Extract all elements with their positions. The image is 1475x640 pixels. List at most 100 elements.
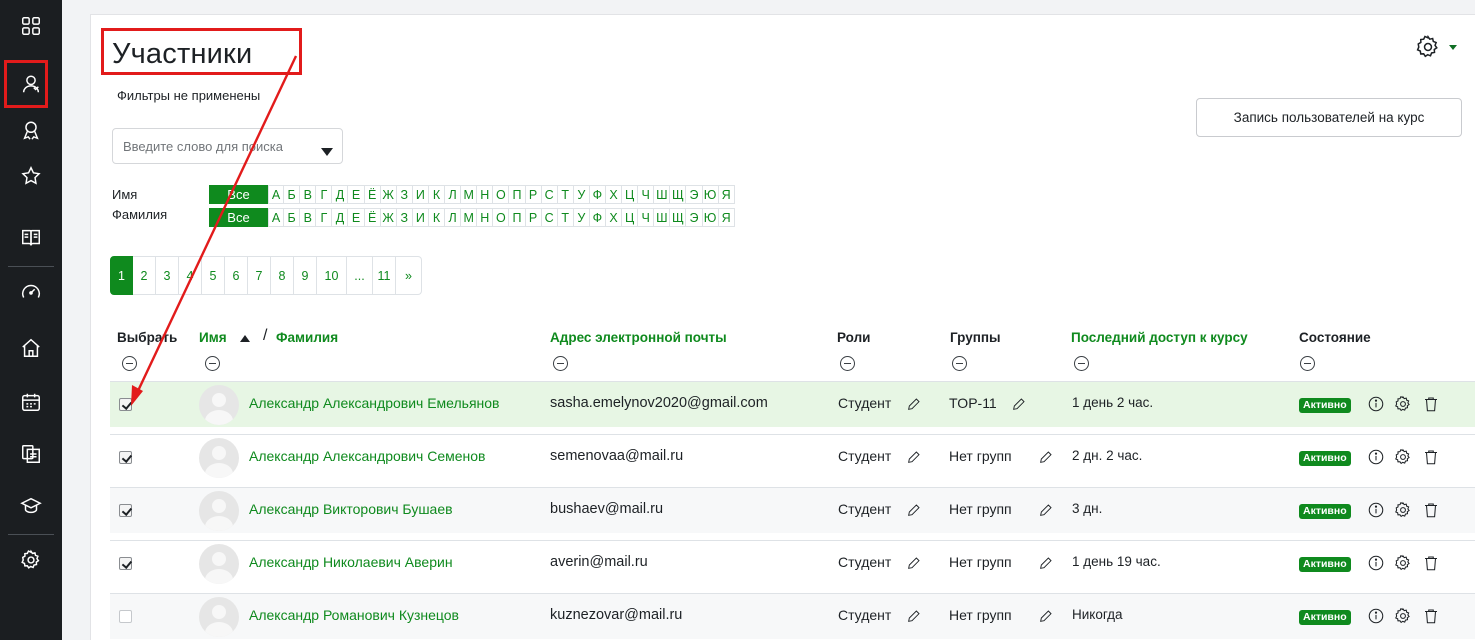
last-name-filter-letter[interactable]: Ч <box>638 208 655 227</box>
last-name-filter-letter[interactable]: Д <box>332 208 349 227</box>
pagination-page[interactable]: 3 <box>156 256 179 295</box>
pagination-page[interactable]: 4 <box>179 256 202 295</box>
pagination-page[interactable]: 6 <box>225 256 248 295</box>
last-name-filter-letter[interactable]: Т <box>557 208 574 227</box>
first-name-filter-letter[interactable]: К <box>428 185 446 204</box>
first-name-filter-letter[interactable]: Ц <box>622 185 639 204</box>
last-name-filter-letter[interactable]: И <box>412 208 429 227</box>
select-checkbox[interactable] <box>119 557 132 570</box>
select-checkbox[interactable] <box>119 504 132 517</box>
last-name-filter-letter[interactable]: Р <box>525 208 542 227</box>
edit-role-pencil-icon[interactable] <box>906 396 922 412</box>
pagination-page[interactable]: 10 <box>317 256 347 295</box>
info-icon[interactable] <box>1367 501 1385 519</box>
last-name-filter-all[interactable]: Все <box>209 208 268 227</box>
user-name-link[interactable]: Александр Александрович Семенов <box>249 448 485 464</box>
last-name-filter-letter[interactable]: Б <box>284 208 301 227</box>
edit-role-pencil-icon[interactable] <box>906 608 922 624</box>
edit-group-pencil-icon[interactable] <box>1038 608 1054 624</box>
edit-role-pencil-icon[interactable] <box>906 555 922 571</box>
sort-email-link[interactable]: Адрес электронной почты <box>550 330 727 345</box>
last-name-filter-letter[interactable]: О <box>493 208 510 227</box>
last-name-filter-letter[interactable]: Л <box>445 208 462 227</box>
last-name-filter-letter[interactable]: Е <box>348 208 365 227</box>
last-name-filter-letter[interactable]: К <box>428 208 446 227</box>
badges-icon[interactable] <box>0 110 62 150</box>
sort-last-name-link[interactable]: Фамилия <box>276 330 338 345</box>
first-name-filter-letter[interactable]: Л <box>445 185 462 204</box>
first-name-filter-letter[interactable]: У <box>573 185 590 204</box>
last-name-filter-letter[interactable]: Х <box>605 208 623 227</box>
collapse-column-icon[interactable] <box>840 356 855 371</box>
user-name-link[interactable]: Александр Александрович Емельянов <box>249 395 500 411</box>
pagination-next[interactable]: » <box>396 256 422 295</box>
first-name-filter-letter[interactable]: О <box>493 185 510 204</box>
dropdown-caret-icon[interactable] <box>321 148 333 156</box>
pagination-page[interactable]: 7 <box>248 256 271 295</box>
gradebook-icon[interactable] <box>0 218 62 258</box>
last-name-filter-letter[interactable]: М <box>461 208 478 227</box>
first-name-filter-letter[interactable]: Э <box>686 185 703 204</box>
first-name-filter-letter[interactable]: В <box>300 185 317 204</box>
edit-group-pencil-icon[interactable] <box>1038 555 1054 571</box>
user-name-link[interactable]: Александр Викторович Бушаев <box>249 501 453 517</box>
enrolment-settings-gear-icon[interactable] <box>1394 554 1412 572</box>
calendar-icon[interactable] <box>0 382 62 422</box>
search-input[interactable] <box>112 128 343 164</box>
last-name-filter-letter[interactable]: Ю <box>702 208 719 227</box>
last-name-filter-letter[interactable]: Ф <box>589 208 606 227</box>
pagination-page[interactable]: 11 <box>373 256 396 295</box>
files-icon[interactable] <box>0 434 62 474</box>
trash-icon[interactable] <box>1422 395 1440 413</box>
trash-icon[interactable] <box>1422 554 1440 572</box>
pagination-page[interactable]: 5 <box>202 256 225 295</box>
sort-last-access-link[interactable]: Последний доступ к курсу <box>1071 330 1248 345</box>
first-name-filter-letter[interactable]: Н <box>477 185 494 204</box>
info-icon[interactable] <box>1367 448 1385 466</box>
last-name-filter-letter[interactable]: Ш <box>654 208 671 227</box>
enrolment-settings-gear-icon[interactable] <box>1394 607 1412 625</box>
edit-role-pencil-icon[interactable] <box>906 502 922 518</box>
dashboard-gauge-icon[interactable] <box>0 272 62 312</box>
info-icon[interactable] <box>1367 554 1385 572</box>
last-name-filter-letter[interactable]: С <box>541 208 558 227</box>
collapse-column-icon[interactable] <box>952 356 967 371</box>
pagination-page[interactable]: 9 <box>294 256 317 295</box>
enrol-users-button[interactable]: Запись пользователей на курс <box>1196 98 1462 137</box>
last-name-filter-letter[interactable]: Э <box>686 208 703 227</box>
user-name-link[interactable]: Александр Николаевич Аверин <box>249 554 453 570</box>
first-name-filter-letter[interactable]: Б <box>284 185 301 204</box>
last-name-filter-letter[interactable]: П <box>509 208 526 227</box>
first-name-filter-letter[interactable]: Ч <box>638 185 655 204</box>
last-name-filter-letter[interactable]: Ё <box>364 208 381 227</box>
first-name-filter-letter[interactable]: М <box>461 185 478 204</box>
first-name-filter-letter[interactable]: Ё <box>364 185 381 204</box>
dashboard-grid-icon[interactable] <box>0 6 62 46</box>
user-name-link[interactable]: Александр Романович Кузнецов <box>249 607 459 623</box>
pagination-page[interactable]: 8 <box>271 256 294 295</box>
last-name-filter-letter[interactable]: А <box>268 208 285 227</box>
first-name-filter-letter[interactable]: И <box>412 185 429 204</box>
first-name-filter-letter[interactable]: Ж <box>380 185 397 204</box>
trash-icon[interactable] <box>1422 607 1440 625</box>
first-name-filter-letter[interactable]: Ш <box>654 185 671 204</box>
page-actions-menu[interactable] <box>1415 34 1457 60</box>
first-name-filter-letter[interactable]: П <box>509 185 526 204</box>
edit-group-pencil-icon[interactable] <box>1038 502 1054 518</box>
first-name-filter-letter[interactable]: Т <box>557 185 574 204</box>
info-icon[interactable] <box>1367 607 1385 625</box>
last-name-filter-letter[interactable]: Я <box>718 208 735 227</box>
collapse-column-icon[interactable] <box>1074 356 1089 371</box>
last-name-filter-letter[interactable]: Ц <box>622 208 639 227</box>
first-name-filter-letter[interactable]: С <box>541 185 558 204</box>
first-name-filter-letter[interactable]: Я <box>718 185 735 204</box>
last-name-filter-letter[interactable]: В <box>300 208 317 227</box>
edit-group-pencil-icon[interactable] <box>1038 449 1054 465</box>
graduation-cap-icon[interactable] <box>0 486 62 526</box>
admin-gear-icon[interactable] <box>0 540 62 580</box>
edit-role-pencil-icon[interactable] <box>906 449 922 465</box>
enrolment-settings-gear-icon[interactable] <box>1394 501 1412 519</box>
edit-group-pencil-icon[interactable] <box>1011 396 1027 412</box>
first-name-filter-letter[interactable]: З <box>396 185 413 204</box>
first-name-filter-letter[interactable]: Ю <box>702 185 719 204</box>
